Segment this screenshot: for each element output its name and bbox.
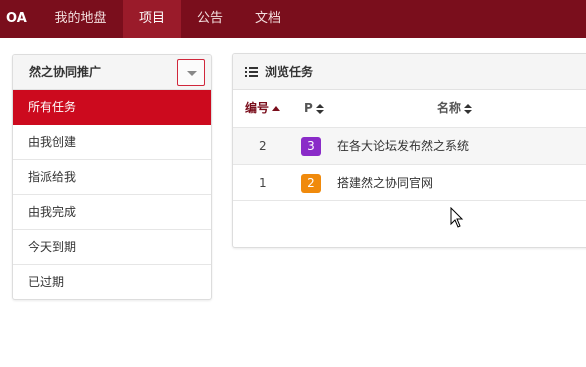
panel-header: 浏览任务 — [233, 54, 586, 90]
project-title: 然之协同推广 — [29, 65, 102, 79]
filter-created-by-me[interactable]: 由我创建 — [13, 125, 211, 160]
priority-badge: 3 — [301, 137, 321, 156]
nav-item-document[interactable]: 文档 — [239, 0, 297, 38]
filter-due-today[interactable]: 今天到期 — [13, 230, 211, 265]
task-id: 1 — [259, 176, 267, 190]
filter-all-tasks[interactable]: 所有任务 — [13, 90, 211, 125]
list-icon — [245, 67, 258, 77]
filter-overdue[interactable]: 已过期 — [13, 265, 211, 299]
sort-icon — [315, 103, 324, 114]
filter-finished-by-me[interactable]: 由我完成 — [13, 195, 211, 230]
column-label: 编号 — [245, 101, 270, 115]
filter-assigned-to-me[interactable]: 指派给我 — [13, 160, 211, 195]
sort-icon — [464, 103, 473, 114]
priority-badge: 2 — [301, 174, 321, 193]
brand-logo[interactable]: OA — [6, 0, 27, 38]
column-label: P — [304, 101, 313, 115]
task-browse-panel: 浏览任务 编号 P 名称 2 3 在各大论坛发布然之系统 1 2 搭建然之协同官… — [232, 53, 586, 248]
sort-ascending-icon — [272, 106, 281, 111]
project-task-filter-panel: 然之协同推广 所有任务 由我创建 指派给我 由我完成 今天到期 已过期 — [12, 54, 212, 300]
caret-down-icon — [187, 71, 197, 76]
mouse-cursor-icon — [450, 207, 464, 228]
project-switch-dropdown[interactable] — [177, 59, 205, 86]
column-header-priority[interactable]: P — [304, 90, 324, 126]
table-row[interactable]: 1 2 搭建然之协同官网 — [233, 164, 586, 201]
column-header-id[interactable]: 编号 — [245, 90, 281, 126]
column-header-name[interactable]: 名称 — [437, 90, 473, 126]
nav-item-my-dashboard[interactable]: 我的地盘 — [38, 0, 123, 38]
table-row[interactable]: 2 3 在各大论坛发布然之系统 — [233, 127, 586, 164]
task-id: 2 — [259, 139, 267, 153]
panel-title: 浏览任务 — [265, 65, 314, 79]
task-name-link[interactable]: 搭建然之协同官网 — [337, 165, 433, 201]
nav-item-project[interactable]: 项目 — [123, 0, 181, 38]
top-nav: OA 我的地盘 项目 公告 文档 — [0, 0, 586, 38]
nav-item-announcement[interactable]: 公告 — [181, 0, 239, 38]
column-label: 名称 — [437, 101, 462, 115]
task-name-link[interactable]: 在各大论坛发布然之系统 — [337, 128, 469, 164]
table-divider — [233, 200, 586, 201]
panel-header: 然之协同推广 — [13, 55, 211, 90]
